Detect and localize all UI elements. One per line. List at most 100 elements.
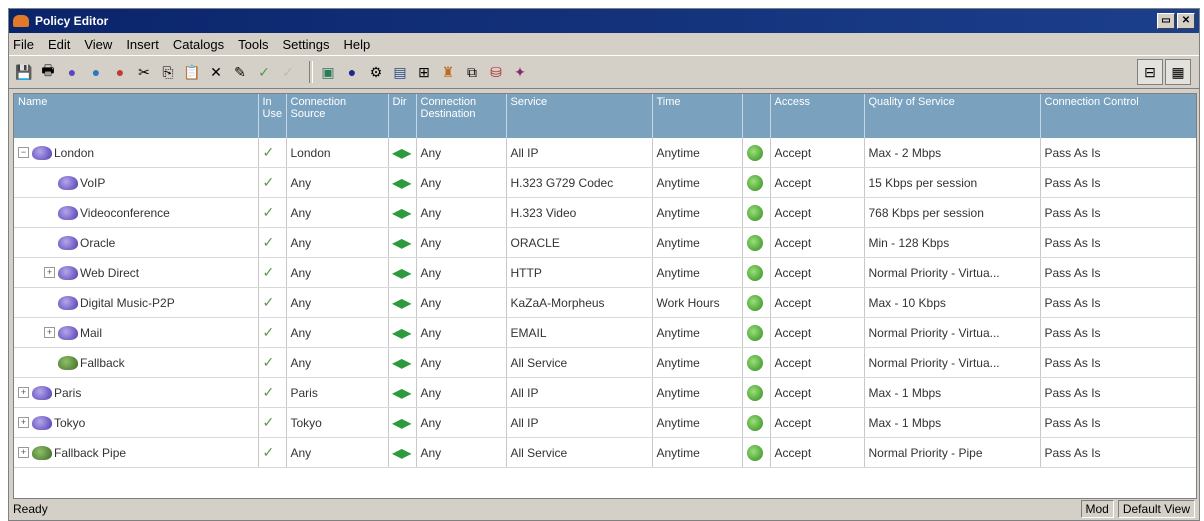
table-row[interactable]: + Paris ✓ Paris ◀▶ Any All IP Anytime Accept Max … [14,377,1196,408]
control-cell[interactable]: Pass As Is [1040,347,1196,378]
time-cell[interactable]: Anytime [652,138,743,168]
menu-insert[interactable]: Insert [126,37,159,52]
source-cell[interactable]: Any [286,227,389,258]
in-use-cell[interactable]: ✓ [258,227,287,258]
dir-cell[interactable]: ◀▶ [388,138,417,168]
gateway-icon[interactable]: ⚙ [367,63,385,81]
user-icon[interactable]: ♜ [439,63,457,81]
destination-cell[interactable]: Any [416,138,507,168]
in-use-cell[interactable]: ✓ [258,257,287,288]
qos-cell[interactable]: Normal Priority - Virtua... [864,257,1041,288]
collapse-icon[interactable]: − [18,147,29,158]
menu-tools[interactable]: Tools [238,37,268,52]
destination-cell[interactable]: Any [416,287,507,318]
access-cell[interactable]: Accept [770,197,865,228]
source-cell[interactable]: Any [286,167,389,198]
time-cell[interactable]: Anytime [652,197,743,228]
col-name[interactable]: Name [14,94,259,138]
access-cell[interactable]: Accept [770,317,865,348]
table-row[interactable]: Videoconference ✓ Any ◀▶ Any H.323 Video Anyti… [14,197,1196,228]
col-destination[interactable]: Connection Destination [416,94,507,138]
qos-cell[interactable]: Max - 1 Mbps [864,407,1041,438]
source-cell[interactable]: Any [286,347,389,378]
control-cell[interactable]: Pass As Is [1040,138,1196,168]
table-row[interactable]: Oracle ✓ Any ◀▶ Any ORACLE Anytime Accept Min - … [14,227,1196,258]
service-cell[interactable]: H.323 Video [506,197,653,228]
table-row[interactable]: Fallback ✓ Any ◀▶ Any All Service Anytime Accep… [14,347,1196,378]
shield-icon[interactable]: ● [343,63,361,81]
access-cell[interactable]: Accept [770,437,865,468]
name-cell[interactable]: − London [14,138,259,168]
expand-icon[interactable]: + [44,327,55,338]
expand-icon[interactable]: + [18,387,29,398]
menu-catalogs[interactable]: Catalogs [173,37,224,52]
destination-cell[interactable]: Any [416,257,507,288]
table-row[interactable]: + Tokyo ✓ Tokyo ◀▶ Any All IP Anytime Accept Max … [14,407,1196,438]
list-view-icon[interactable]: ▦ [1165,59,1191,85]
network-icon[interactable]: ⊞ [415,63,433,81]
name-cell[interactable]: + Web Direct [14,257,259,288]
source-cell[interactable]: Paris [286,377,389,408]
source-cell[interactable]: London [286,138,389,168]
name-cell[interactable]: + Mail [14,317,259,348]
expand-icon[interactable]: + [18,447,29,458]
control-cell[interactable]: Pass As Is [1040,287,1196,318]
in-use-cell[interactable]: ✓ [258,167,287,198]
time-cell[interactable]: Anytime [652,407,743,438]
qos-cell[interactable]: 768 Kbps per session [864,197,1041,228]
cut-icon[interactable]: ✂ [135,63,153,81]
in-use-cell[interactable]: ✓ [258,377,287,408]
network-object-icon[interactable]: ● [63,63,81,81]
service-cell[interactable]: All Service [506,347,653,378]
service-cell[interactable]: All Service [506,437,653,468]
qos-cell[interactable]: Normal Priority - Pipe [864,437,1041,468]
col-access[interactable]: Access [770,94,865,138]
source-cell[interactable]: Tokyo [286,407,389,438]
in-use-cell[interactable]: ✓ [258,197,287,228]
qos-cell[interactable]: Normal Priority - Virtua... [864,317,1041,348]
in-use-cell[interactable]: ✓ [258,407,287,438]
service-cell[interactable]: All IP [506,407,653,438]
dir-cell[interactable]: ◀▶ [388,197,417,228]
verify-icon[interactable]: ✓ [255,63,273,81]
tree-view-icon[interactable]: ⊟ [1137,59,1163,85]
qos-cell[interactable]: Min - 128 Kbps [864,227,1041,258]
service-cell[interactable]: EMAIL [506,317,653,348]
access-cell[interactable]: Accept [770,227,865,258]
time-cell[interactable]: Work Hours [652,287,743,318]
qos-cell[interactable]: Max - 1 Mbps [864,377,1041,408]
col-status[interactable] [742,94,771,138]
service-cell[interactable]: ORACLE [506,227,653,258]
col-qos[interactable]: Quality of Service [864,94,1041,138]
table-row[interactable]: − London ✓ London ◀▶ Any All IP Anytime Accept Ma… [14,138,1196,168]
in-use-cell[interactable]: ✓ [258,287,287,318]
time-cell[interactable]: Anytime [652,227,743,258]
table-row[interactable]: + Fallback Pipe ✓ Any ◀▶ Any All Service Anytim… [14,437,1196,468]
delete-icon[interactable]: ✕ [207,63,225,81]
table-row[interactable]: Digital Music-P2P ✓ Any ◀▶ Any KaZaA-Morpheus… [14,287,1196,318]
control-cell[interactable]: Pass As Is [1040,167,1196,198]
name-cell[interactable]: Oracle [14,227,259,258]
time-cell[interactable]: Anytime [652,257,743,288]
report-icon[interactable]: ✦ [511,63,529,81]
view-selector[interactable]: Default View [1117,500,1195,518]
service-cell[interactable]: All IP [506,377,653,408]
paste-icon[interactable]: 📋 [183,63,201,81]
col-dir[interactable]: Dir [388,94,417,138]
destination-cell[interactable]: Any [416,437,507,468]
access-cell[interactable]: Accept [770,377,865,408]
dir-cell[interactable]: ◀▶ [388,347,417,378]
copy-icon[interactable]: ⎘ [159,63,177,81]
control-cell[interactable]: Pass As Is [1040,257,1196,288]
time-cell[interactable]: Anytime [652,347,743,378]
time-cell[interactable]: Anytime [652,317,743,348]
time-cell[interactable]: Anytime [652,167,743,198]
control-cell[interactable]: Pass As Is [1040,227,1196,258]
source-cell[interactable]: Any [286,287,389,318]
qos-cell[interactable]: 15 Kbps per session [864,167,1041,198]
dir-cell[interactable]: ◀▶ [388,257,417,288]
table-row[interactable]: + Mail ✓ Any ◀▶ Any EMAIL Anytime Accept Normal P… [14,317,1196,348]
control-cell[interactable]: Pass As Is [1040,437,1196,468]
col-control[interactable]: Connection Control [1040,94,1196,138]
col-time[interactable]: Time [652,94,743,138]
